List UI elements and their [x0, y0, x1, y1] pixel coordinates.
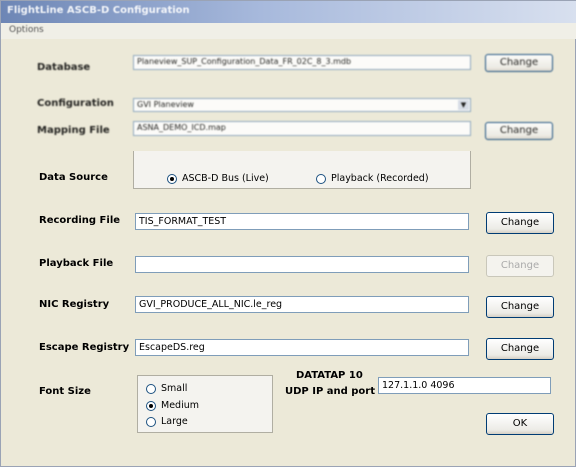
chevron-down-icon[interactable]: ▼ [458, 100, 469, 110]
database-label: Database [37, 62, 91, 73]
menu-options[interactable]: Options [9, 25, 44, 35]
font-size-label: Font Size [39, 386, 91, 397]
radio-live[interactable]: ASCB-D Bus (Live) [167, 173, 269, 184]
udp-ip-port-field[interactable]: 127.1.1.0 4096 [378, 377, 551, 394]
radio-live-label: ASCB-D Bus (Live) [182, 173, 269, 184]
radio-playback[interactable]: Playback (Recorded) [316, 173, 429, 184]
radio-font-medium[interactable]: Medium [146, 400, 199, 411]
radio-playback-label: Playback (Recorded) [331, 173, 429, 184]
recording-file-label: Recording File [39, 215, 121, 226]
datatap-title: DATATAP 10 [296, 370, 363, 381]
playback-file-field[interactable] [135, 256, 469, 273]
radio-font-large[interactable]: Large [146, 416, 188, 427]
radio-unselected-icon [316, 173, 326, 184]
recording-file-change-button[interactable]: Change [486, 212, 554, 234]
nic-registry-label: NIC Registry [39, 299, 110, 310]
database-field[interactable]: Planeview_SUP_Configuration_Data_FR_02C_… [133, 55, 471, 70]
playback-file-label: Playback File [39, 258, 114, 269]
recording-file-field[interactable]: TIS_FORMAT_TEST [135, 213, 469, 230]
escape-registry-label: Escape Registry [39, 342, 130, 353]
mapping-file-change-button[interactable]: Change [485, 122, 553, 140]
database-change-button[interactable]: Change [485, 54, 553, 72]
escape-registry-field[interactable]: EscapeDS.reg [135, 339, 469, 356]
playback-file-change-button: Change [486, 255, 554, 277]
radio-unselected-icon [146, 416, 156, 427]
datatap-subtitle: UDP IP and port [285, 386, 376, 397]
font-size-group: Small Medium Large [137, 375, 273, 433]
ok-button[interactable]: OK [486, 413, 554, 435]
mapping-file-field[interactable]: ASNA_DEMO_ICD.map [133, 121, 471, 136]
radio-font-medium-label: Medium [161, 400, 199, 411]
config-window: FlightLine ASCB-D Configuration Options … [0, 0, 576, 467]
menu-bar: Options [1, 23, 576, 39]
title-bar[interactable]: FlightLine ASCB-D Configuration [1, 1, 576, 23]
nic-registry-change-button[interactable]: Change [486, 296, 554, 318]
configuration-value: GVI Planeview [137, 100, 194, 109]
radio-font-small-label: Small [161, 383, 188, 394]
radio-font-large-label: Large [161, 416, 188, 427]
window-title: FlightLine ASCB-D Configuration [7, 5, 190, 16]
nic-registry-field[interactable]: GVI_PRODUCE_ALL_NIC.le_reg [135, 296, 469, 313]
mapping-file-label: Mapping File [37, 125, 110, 136]
data-source-group: ASCB-D Bus (Live) Playback (Recorded) [133, 151, 471, 189]
configuration-select[interactable]: GVI Planeview ▼ [133, 98, 471, 112]
escape-registry-change-button[interactable]: Change [486, 338, 554, 360]
radio-selected-icon [167, 173, 177, 184]
radio-font-small[interactable]: Small [146, 383, 187, 394]
data-source-label: Data Source [39, 172, 108, 183]
radio-unselected-icon [146, 383, 156, 394]
configuration-label: Configuration [37, 98, 114, 109]
radio-selected-icon [146, 400, 156, 411]
